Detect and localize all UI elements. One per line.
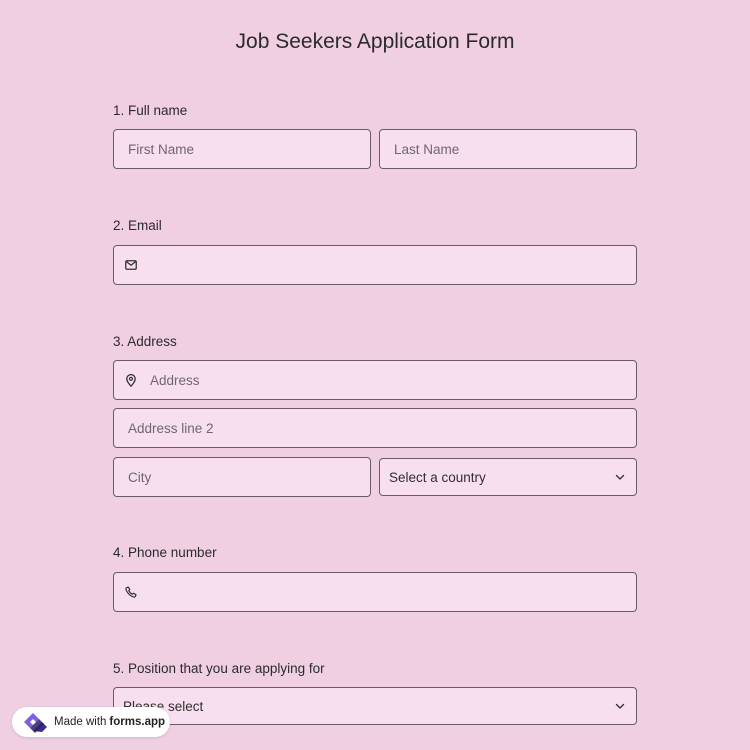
chevron-down-icon (615, 703, 625, 709)
phone-input[interactable] (146, 573, 636, 611)
question-label-full-name: 1. Full name (113, 103, 188, 118)
badge-prefix: Made with (54, 716, 107, 728)
address-line1-input[interactable] (150, 361, 636, 399)
question-label-phone: 4. Phone number (113, 545, 217, 560)
phone-field[interactable] (113, 572, 637, 612)
form-page: Job Seekers Application Form 1. Full nam… (0, 0, 750, 750)
map-pin-icon (124, 373, 138, 387)
address-line2-input[interactable] (128, 409, 636, 447)
country-select-value: Select a country (389, 469, 486, 485)
phone-icon (124, 585, 138, 599)
question-label-address: 3. Address (113, 334, 177, 349)
email-field[interactable] (113, 245, 637, 285)
first-name-input[interactable] (128, 130, 370, 168)
forms-app-logo-icon (24, 713, 47, 733)
question-label-position: 5. Position that you are applying for (113, 661, 325, 676)
badge-brand: forms.app (109, 716, 166, 728)
position-select[interactable]: Please select (113, 687, 637, 725)
made-with-forms-app-badge[interactable]: Made with forms.app (12, 707, 170, 737)
question-label-email: 2. Email (113, 218, 162, 233)
country-select[interactable]: Select a country (379, 458, 637, 496)
last-name-field[interactable] (379, 129, 637, 169)
email-input[interactable] (146, 246, 636, 284)
form-title: Job Seekers Application Form (235, 30, 515, 53)
address-line2-field[interactable] (113, 408, 637, 448)
chevron-down-icon (615, 474, 625, 480)
envelope-icon (124, 258, 138, 272)
last-name-input[interactable] (394, 130, 636, 168)
city-input[interactable] (128, 458, 370, 496)
first-name-field[interactable] (113, 129, 371, 169)
city-field[interactable] (113, 457, 371, 497)
address-line1-field[interactable] (113, 360, 637, 400)
